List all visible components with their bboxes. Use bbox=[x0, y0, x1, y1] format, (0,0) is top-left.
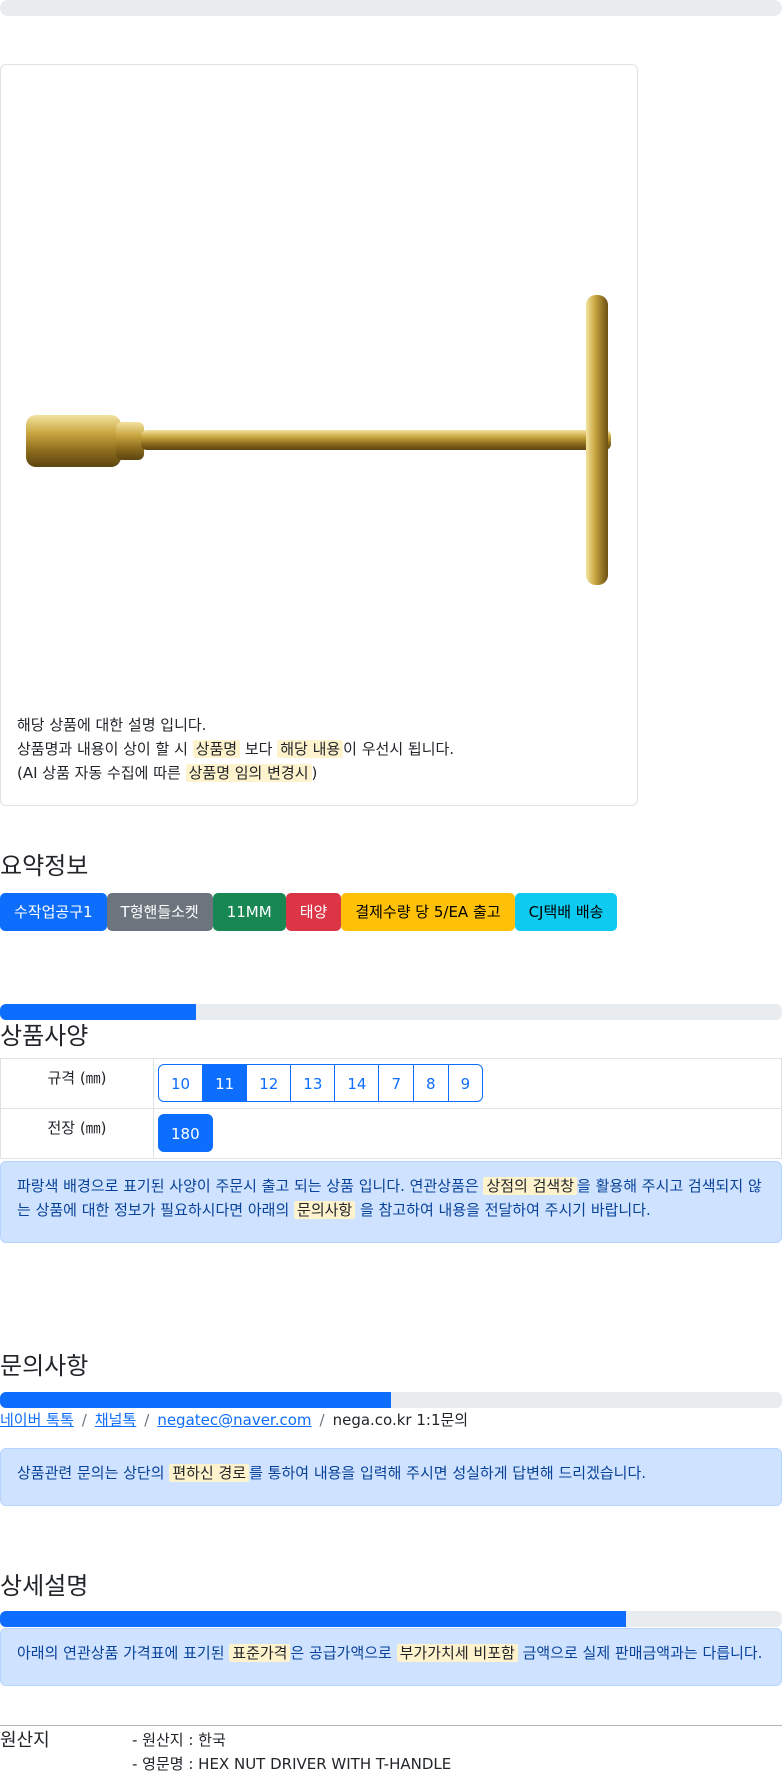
summary-badge: 태양 bbox=[285, 893, 342, 931]
summary-badge: 수작업공구1 bbox=[0, 893, 107, 931]
email-link[interactable]: negatec@naver.com bbox=[157, 1411, 311, 1429]
highlight: 상품명 임의 변경시 bbox=[185, 764, 312, 782]
origin-english-name: - 영문명 : HEX NUT DRIVER WITH T-HANDLE bbox=[132, 1755, 452, 1773]
size-option-button[interactable]: 12 bbox=[246, 1064, 292, 1102]
origin-country: - 원산지 : 한국 bbox=[132, 1731, 226, 1749]
summary-badges: 수작업공구1 T형핸들소켓 11MM 태양 결제수량 당 5/EA 출고 CJ택배 배송 bbox=[0, 893, 618, 931]
top-progress-track bbox=[0, 0, 782, 16]
detail-progress bbox=[0, 1611, 782, 1627]
detail-title: 상세설명 bbox=[0, 1572, 89, 1600]
spec-row-length: 전장 (㎜) 180 bbox=[0, 1108, 782, 1159]
size-option-button[interactable]: 8 bbox=[413, 1064, 449, 1102]
size-option-group: 10 11 12 13 14 7 8 9 bbox=[158, 1064, 777, 1102]
highlight: 표준가격 bbox=[229, 1644, 291, 1662]
highlight: 상점의 검색창 bbox=[483, 1177, 578, 1195]
spec-notice: 파랑색 배경으로 표기된 사양이 주문시 출고 되는 상품 입니다. 연관상품은… bbox=[0, 1161, 782, 1243]
site-inquiry-text: nega.co.kr 1:1문의 bbox=[332, 1411, 469, 1429]
size-option-button[interactable]: 10 bbox=[158, 1064, 204, 1102]
size-option-button[interactable]: 9 bbox=[447, 1064, 484, 1102]
description-line: (AI 상품 자동 수집에 따른 상품명 임의 변경시) bbox=[17, 764, 318, 782]
detail-notice: 아래의 연관상품 가격표에 표기된 표준가격 은 공급가액으로 부가가치세 비포함… bbox=[0, 1628, 782, 1686]
product-card: 해당 상품에 대한 설명 입니다. 상품명과 내용이 상이 할 시 상품명 보다… bbox=[0, 64, 638, 806]
summary-title: 요약정보 bbox=[0, 852, 89, 880]
length-option-button[interactable]: 180 bbox=[158, 1114, 213, 1152]
size-option-button[interactable]: 11 bbox=[202, 1064, 248, 1102]
spec-progress bbox=[0, 1004, 782, 1020]
summary-badge: CJ택배 배송 bbox=[514, 893, 618, 931]
highlight: 해당 내용 bbox=[277, 740, 344, 758]
description-line: 해당 상품에 대한 설명 입니다. bbox=[17, 716, 207, 734]
origin-label: 원산지 bbox=[0, 1730, 50, 1751]
spec-length-label: 전장 (㎜) bbox=[0, 1108, 154, 1159]
contact-links: 네이버 톡톡 / 채널톡 / negatec@naver.com / nega.co.kr … bbox=[0, 1411, 469, 1429]
inquiry-progress bbox=[0, 1392, 782, 1408]
highlight: 부가가치세 비포함 bbox=[396, 1644, 518, 1662]
spec-title: 상품사양 bbox=[0, 1022, 89, 1050]
highlight: 편하신 경로 bbox=[169, 1464, 250, 1482]
product-image bbox=[26, 295, 611, 585]
summary-badge: 11MM bbox=[212, 893, 286, 931]
spec-row-size: 규격 (㎜) 10 11 12 13 14 7 8 9 bbox=[0, 1058, 782, 1109]
size-option-button[interactable]: 13 bbox=[290, 1064, 336, 1102]
summary-badge: 결제수량 당 5/EA 출고 bbox=[341, 893, 515, 931]
highlight: 상품명 bbox=[192, 740, 241, 758]
channel-talk-link[interactable]: 채널톡 bbox=[95, 1411, 136, 1429]
size-option-button[interactable]: 7 bbox=[378, 1064, 415, 1102]
inquiry-notice: 상품관련 문의는 상단의 편하신 경로 를 통하여 내용을 입력해 주시면 성실하… bbox=[0, 1448, 782, 1506]
origin-info: - 원산지 : 한국 - 영문명 : HEX NUT DRIVER WITH T… bbox=[132, 1728, 451, 1776]
highlight: 문의사항 bbox=[294, 1201, 356, 1219]
size-option-button[interactable]: 14 bbox=[334, 1064, 380, 1102]
product-description: 해당 상품에 대한 설명 입니다. 상품명과 내용이 상이 할 시 상품명 보다… bbox=[17, 713, 454, 785]
summary-badge: T형핸들소켓 bbox=[106, 893, 213, 931]
description-line: 상품명과 내용이 상이 할 시 상품명 보다 해당 내용 이 우선시 됩니다. bbox=[17, 740, 455, 758]
spec-size-label: 규격 (㎜) bbox=[0, 1058, 154, 1109]
inquiry-title: 문의사항 bbox=[0, 1352, 89, 1380]
divider bbox=[0, 1725, 782, 1726]
spec-table: 규격 (㎜) 10 11 12 13 14 7 8 9 전장 (㎜) 180 bbox=[0, 1058, 782, 1159]
naver-talk-link[interactable]: 네이버 톡톡 bbox=[0, 1411, 74, 1429]
length-option-group: 180 bbox=[158, 1114, 777, 1152]
